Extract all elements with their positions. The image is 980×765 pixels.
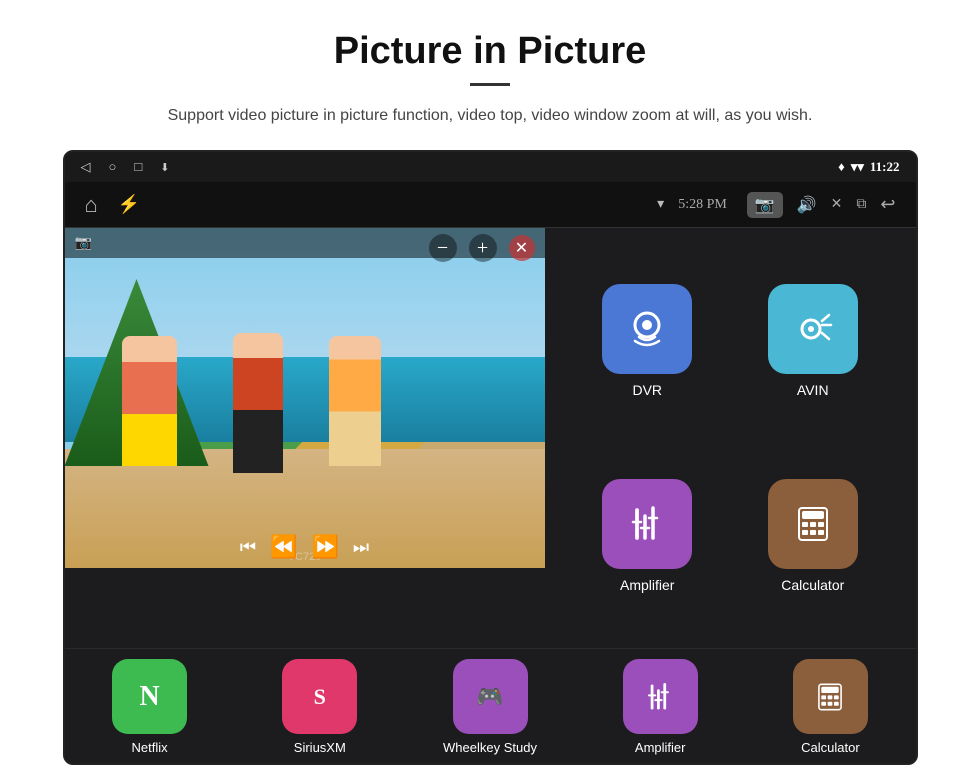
title-divider xyxy=(470,83,510,86)
status-bar-nav: ◁ ○ □ ⬇ xyxy=(81,159,170,175)
dvr-icon-box xyxy=(602,284,692,374)
amplifier-bottom-icon-svg xyxy=(641,678,679,716)
list-item[interactable]: 🎮 Wheelkey Study xyxy=(405,659,575,755)
car-toolbar: ⌂ ⚡ ▾ 5:28 PM 📷 🔊 ✕ ⧉ ↩ xyxy=(65,182,916,228)
status-time: 11:22 xyxy=(870,159,900,175)
amplifier-bottom-icon xyxy=(623,659,698,734)
back-nav-icon[interactable]: ◁ xyxy=(81,159,91,175)
pip-transport-controls: ⏮ ⏪ ⏩ ⏭ xyxy=(240,534,369,560)
pip-close-button[interactable]: ✕ xyxy=(509,235,535,261)
netflix-bottom-icon: N xyxy=(112,659,187,734)
usb-icon: ⚡ xyxy=(118,194,140,215)
app-grid-right: DVR AVIN xyxy=(545,228,916,648)
amplifier-bottom-label: Amplifier xyxy=(635,740,686,755)
back-icon[interactable]: ↩ xyxy=(880,194,895,215)
pip-mode-icon[interactable]: ⧉ xyxy=(856,197,866,213)
list-item[interactable]: N Netflix xyxy=(65,659,235,755)
list-item[interactable]: AVIN xyxy=(735,248,891,433)
next-track-button[interactable]: ⏭ xyxy=(353,537,369,558)
forward-button[interactable]: ⏩ xyxy=(312,534,339,560)
calculator-icon xyxy=(789,500,837,548)
main-content: N S 🎮 xyxy=(65,228,916,648)
siriusxm-bottom-icon: S xyxy=(282,659,357,734)
avin-label: AVIN xyxy=(797,382,829,398)
wifi-signal-icon: ▾ xyxy=(657,196,664,213)
avin-icon xyxy=(789,305,837,353)
list-item[interactable]: Amplifier xyxy=(575,659,745,755)
recent-nav-icon[interactable]: □ xyxy=(134,159,142,175)
camera-button[interactable]: 📷 xyxy=(747,192,783,218)
home-nav-icon[interactable]: ○ xyxy=(109,159,117,175)
gps-icon: ♦ xyxy=(838,159,845,175)
list-item[interactable]: Amplifier xyxy=(570,443,726,628)
siriusxm-bottom-label: SiriusXM xyxy=(294,740,346,755)
close-pip-icon[interactable]: ✕ xyxy=(831,196,843,213)
status-bar-indicators: ♦ ▾▾ 11:22 xyxy=(838,159,899,175)
list-item[interactable]: Calculator xyxy=(735,443,891,628)
pip-resize-controls: − + ✕ xyxy=(429,234,535,262)
calculator-bottom-label: Calculator xyxy=(801,740,860,755)
list-item[interactable]: S SiriusXM xyxy=(235,659,405,755)
car-toolbar-right: ▾ 5:28 PM 📷 🔊 ✕ ⧉ ↩ xyxy=(657,192,895,218)
page-subtitle: Support video picture in picture functio… xyxy=(60,104,920,128)
car-time: 5:28 PM xyxy=(678,197,727,213)
list-item[interactable]: Calculator xyxy=(745,659,915,755)
video-area: N S 🎮 xyxy=(65,228,545,648)
calculator-bottom-icon-svg xyxy=(811,678,849,716)
netflix-bottom-label: Netflix xyxy=(132,740,168,755)
volume-icon[interactable]: 🔊 xyxy=(797,195,817,215)
dvr-label: DVR xyxy=(632,382,662,398)
car-toolbar-left: ⌂ ⚡ xyxy=(85,192,141,218)
page-title: Picture in Picture xyxy=(60,30,920,73)
device-frame: ◁ ○ □ ⬇ ♦ ▾▾ 11:22 ⌂ ⚡ ▾ 5:28 PM 📷 🔊 xyxy=(63,150,918,765)
pip-camera-icon: 📷 xyxy=(75,235,92,252)
download-icon: ⬇ xyxy=(160,161,169,174)
home-icon[interactable]: ⌂ xyxy=(85,192,98,218)
rewind-button[interactable]: ⏪ xyxy=(270,534,297,560)
wheelkey-bottom-label: Wheelkey Study xyxy=(443,740,537,755)
amplifier-label: Amplifier xyxy=(620,577,674,593)
avin-icon-box xyxy=(768,284,858,374)
calculator-label: Calculator xyxy=(781,577,844,593)
wifi-icon: ▾▾ xyxy=(851,159,864,175)
status-bar: ◁ ○ □ ⬇ ♦ ▾▾ 11:22 xyxy=(65,152,916,182)
pip-video-container[interactable]: YC729 📷 − + ✕ ⏮ ⏪ xyxy=(65,228,545,568)
amplifier-icon xyxy=(623,500,671,548)
pip-enlarge-button[interactable]: + xyxy=(469,234,497,262)
wheelkey-bottom-icon: 🎮 xyxy=(453,659,528,734)
list-item[interactable]: DVR xyxy=(570,248,726,433)
prev-track-button[interactable]: ⏮ xyxy=(240,537,256,558)
amplifier-icon-box xyxy=(602,479,692,569)
pip-shrink-button[interactable]: − xyxy=(429,234,457,262)
calculator-icon-box xyxy=(768,479,858,569)
bottom-app-row: N Netflix S SiriusXM 🎮 Wheelkey Study xyxy=(65,648,916,763)
video-frame: YC729 xyxy=(65,228,545,568)
calculator-bottom-icon xyxy=(793,659,868,734)
dvr-icon xyxy=(623,305,671,353)
